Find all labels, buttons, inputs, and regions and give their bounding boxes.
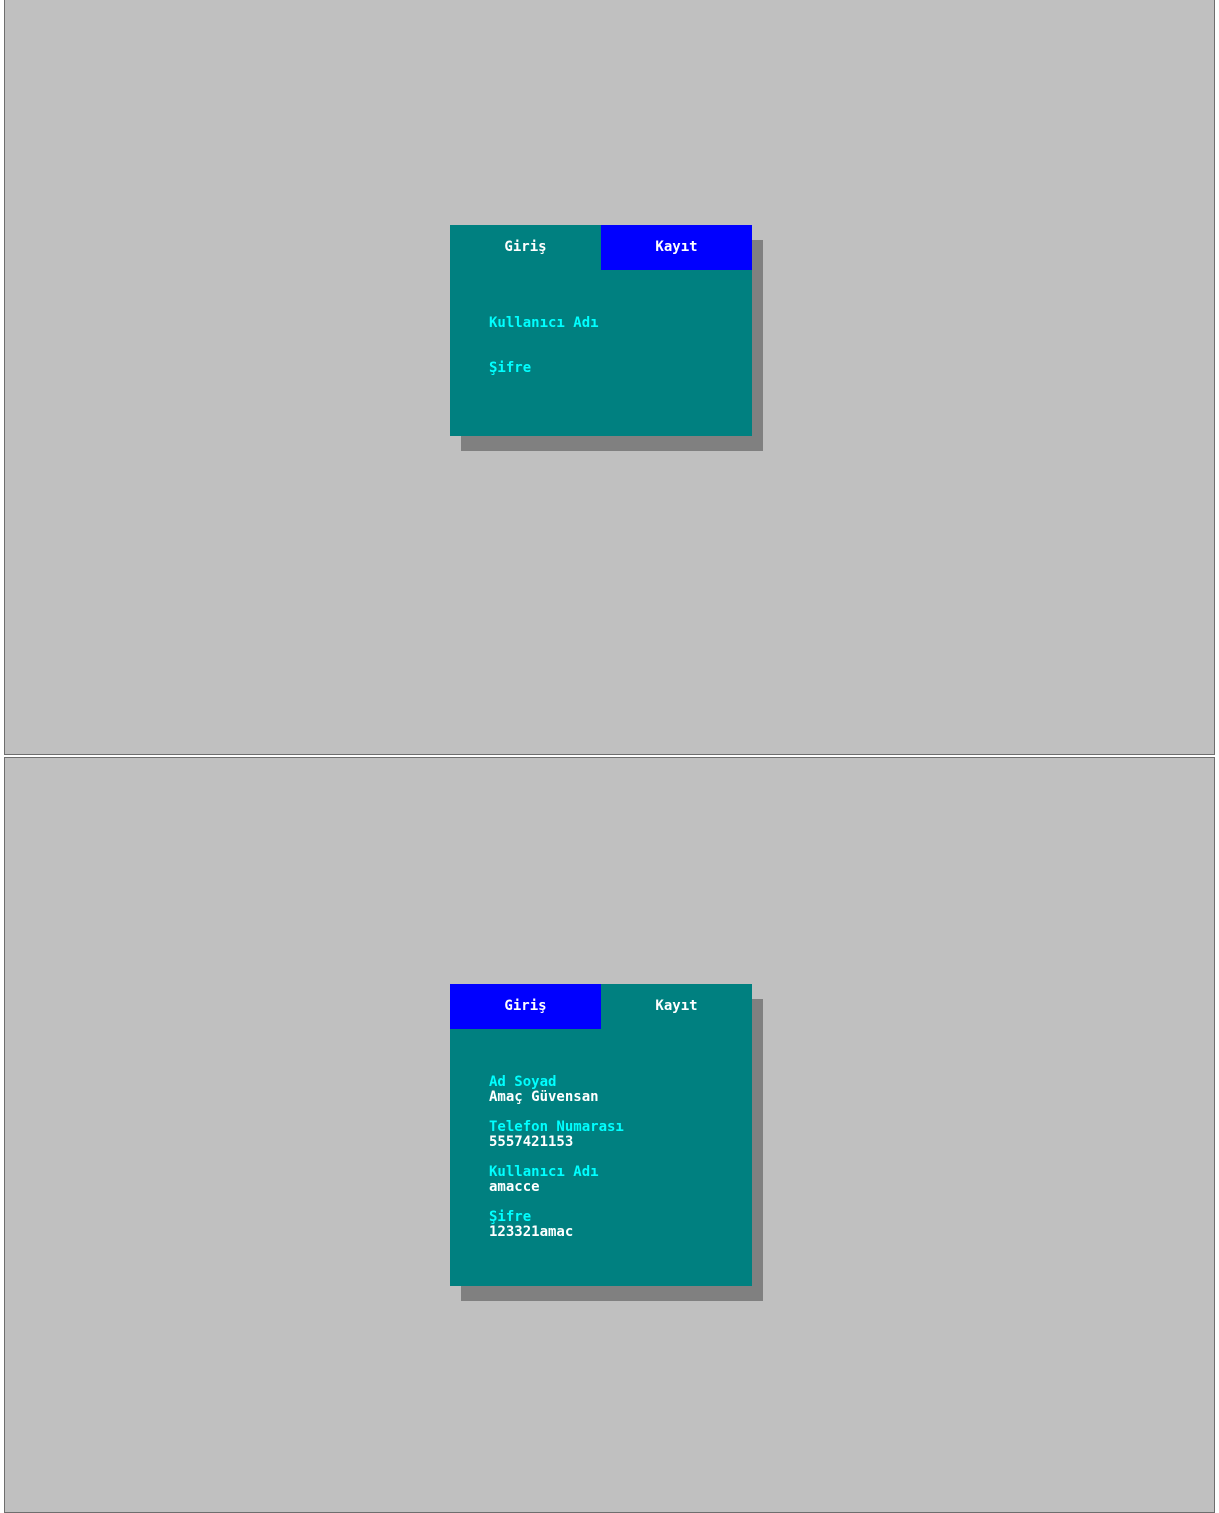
tab-register[interactable]: Kayıt <box>601 225 752 270</box>
fullname-field[interactable]: Ad Soyad Amaç Güvensan <box>489 1075 729 1105</box>
phone-label: Telefon Numarası <box>489 1119 624 1135</box>
register-dialog: Giriş Kayıt Ad Soyad Amaç Güvensan Telef… <box>450 984 752 1286</box>
password-field[interactable]: Şifre <box>489 361 729 391</box>
username-value[interactable] <box>489 331 729 346</box>
username-field[interactable]: Kullanıcı Adı <box>489 316 729 346</box>
fullname-label: Ad Soyad <box>489 1074 557 1090</box>
password-label: Şifre <box>489 360 532 376</box>
tab-bar: Giriş Kayıt <box>450 225 752 270</box>
username-value[interactable]: amacce <box>489 1180 729 1195</box>
tab-login[interactable]: Giriş <box>450 225 601 270</box>
login-screen: Giriş Kayıt Kullanıcı Adı Şifre <box>4 0 1215 755</box>
tab-login[interactable]: Giriş <box>450 984 601 1029</box>
password-value[interactable]: 123321amac <box>489 1225 729 1240</box>
username-field[interactable]: Kullanıcı Adı amacce <box>489 1165 729 1195</box>
phone-field[interactable]: Telefon Numarası 5557421153 <box>489 1120 729 1150</box>
username-label: Kullanıcı Adı <box>489 1164 599 1180</box>
username-label: Kullanıcı Adı <box>489 315 599 331</box>
login-dialog: Giriş Kayıt Kullanıcı Adı Şifre <box>450 225 752 436</box>
password-label: Şifre <box>489 1209 532 1225</box>
tab-bar: Giriş Kayıt <box>450 984 752 1029</box>
tab-register[interactable]: Kayıt <box>601 984 752 1029</box>
phone-value[interactable]: 5557421153 <box>489 1135 729 1150</box>
fullname-value[interactable]: Amaç Güvensan <box>489 1090 729 1105</box>
password-value[interactable] <box>489 376 729 391</box>
register-screen: Giriş Kayıt Ad Soyad Amaç Güvensan Telef… <box>4 757 1215 1513</box>
password-field[interactable]: Şifre 123321amac <box>489 1210 729 1240</box>
